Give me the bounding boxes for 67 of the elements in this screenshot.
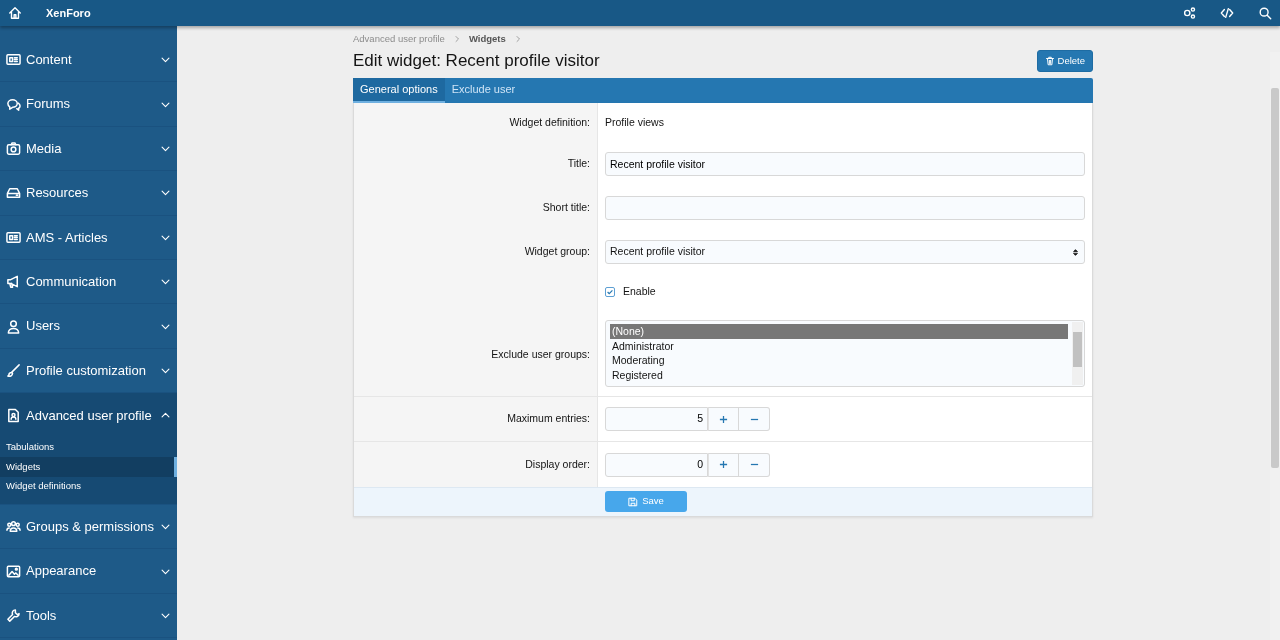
select-field[interactable]: Recent profile visitor <box>605 240 1085 264</box>
checkbox-label[interactable]: Enable <box>623 284 656 300</box>
site-title[interactable]: XenForo <box>46 4 91 22</box>
field-label: Widget definition: <box>509 114 590 130</box>
plus-icon <box>719 460 728 469</box>
text-field[interactable] <box>605 196 1085 220</box>
drive-icon <box>6 185 21 201</box>
sidebar-item[interactable]: Users <box>0 304 177 349</box>
picture-icon <box>6 563 21 579</box>
sidebar-item[interactable]: Appearance <box>0 549 177 594</box>
increment-button[interactable] <box>708 452 739 477</box>
sidebar-item[interactable]: Tools <box>0 593 177 639</box>
decrement-button[interactable] <box>739 452 770 477</box>
sidebar-item[interactable]: Media <box>0 126 177 172</box>
field-label: Display order: <box>525 456 590 472</box>
home-icon[interactable] <box>8 6 22 20</box>
breadcrumb-link[interactable]: Widgets <box>468 32 506 46</box>
content-icon <box>6 52 21 68</box>
sidebar-item[interactable]: Communication <box>0 259 177 305</box>
field-value: Profile views <box>605 114 664 130</box>
sidebar-item[interactable]: Forums <box>0 82 177 127</box>
plus-icon <box>719 414 728 424</box>
field-label: Title: <box>567 156 590 172</box>
code-icon[interactable] <box>1220 6 1234 20</box>
page-title: Edit widget: Recent profile visitor <box>353 50 600 72</box>
decrement-button[interactable] <box>739 407 770 431</box>
listbox-option[interactable]: Moderating <box>610 353 1068 368</box>
delete-button[interactable]: Delete <box>1036 49 1093 73</box>
sidebar-item[interactable]: AMS - Articles <box>0 215 177 260</box>
tab[interactable]: General options <box>353 78 445 103</box>
users-icon <box>6 519 21 535</box>
profile-document-icon <box>6 407 21 423</box>
field-label: Widget group: <box>524 244 590 260</box>
search-icon[interactable] <box>1258 6 1272 20</box>
field-label: Exclude user groups: <box>491 346 590 362</box>
trash-icon <box>1044 56 1055 66</box>
field-label: Short title: <box>542 200 590 216</box>
scrollbar-thumb[interactable] <box>1073 332 1082 367</box>
tab[interactable]: Exclude user <box>444 78 523 103</box>
wrench-icon <box>6 608 21 623</box>
sidebar-item[interactable]: Resources <box>0 171 177 216</box>
scrollbar-track[interactable] <box>1072 322 1083 385</box>
sidebar-subitem[interactable]: Widget definitions <box>0 476 177 496</box>
newspaper-icon <box>6 229 21 245</box>
chat-bubbles-icon <box>6 96 21 112</box>
megaphone-icon <box>6 274 21 290</box>
listbox-option[interactable]: Administrator <box>610 338 1068 353</box>
camera-icon <box>6 140 21 156</box>
field-label: Maximum entries: <box>507 411 590 427</box>
sort-arrows-icon <box>1071 247 1080 257</box>
listbox-option[interactable]: Registered <box>610 367 1068 382</box>
listbox-option[interactable]: (None) <box>610 324 1068 339</box>
sidebar-subitem[interactable]: Widgets <box>0 457 177 477</box>
number-field[interactable]: 5 <box>605 407 708 431</box>
increment-button[interactable] <box>708 407 739 431</box>
chevron-right-icon <box>513 35 522 43</box>
text-field[interactable]: Recent profile visitor <box>605 152 1085 176</box>
sidebar-item[interactable]: Advanced user profile <box>0 393 177 438</box>
sidebar-item[interactable]: Groups & permissions <box>0 505 177 550</box>
number-field[interactable]: 0 <box>605 452 708 477</box>
sidebar-subitem[interactable]: Tabulations <box>0 437 177 457</box>
chevron-right-icon <box>452 35 461 43</box>
user-icon <box>6 318 21 334</box>
listbox[interactable]: (None) Administrator Moderating Registered <box>605 320 1085 387</box>
sidebar-item[interactable]: Content <box>0 38 177 83</box>
checkbox[interactable] <box>605 286 615 297</box>
brush-icon <box>6 362 21 378</box>
